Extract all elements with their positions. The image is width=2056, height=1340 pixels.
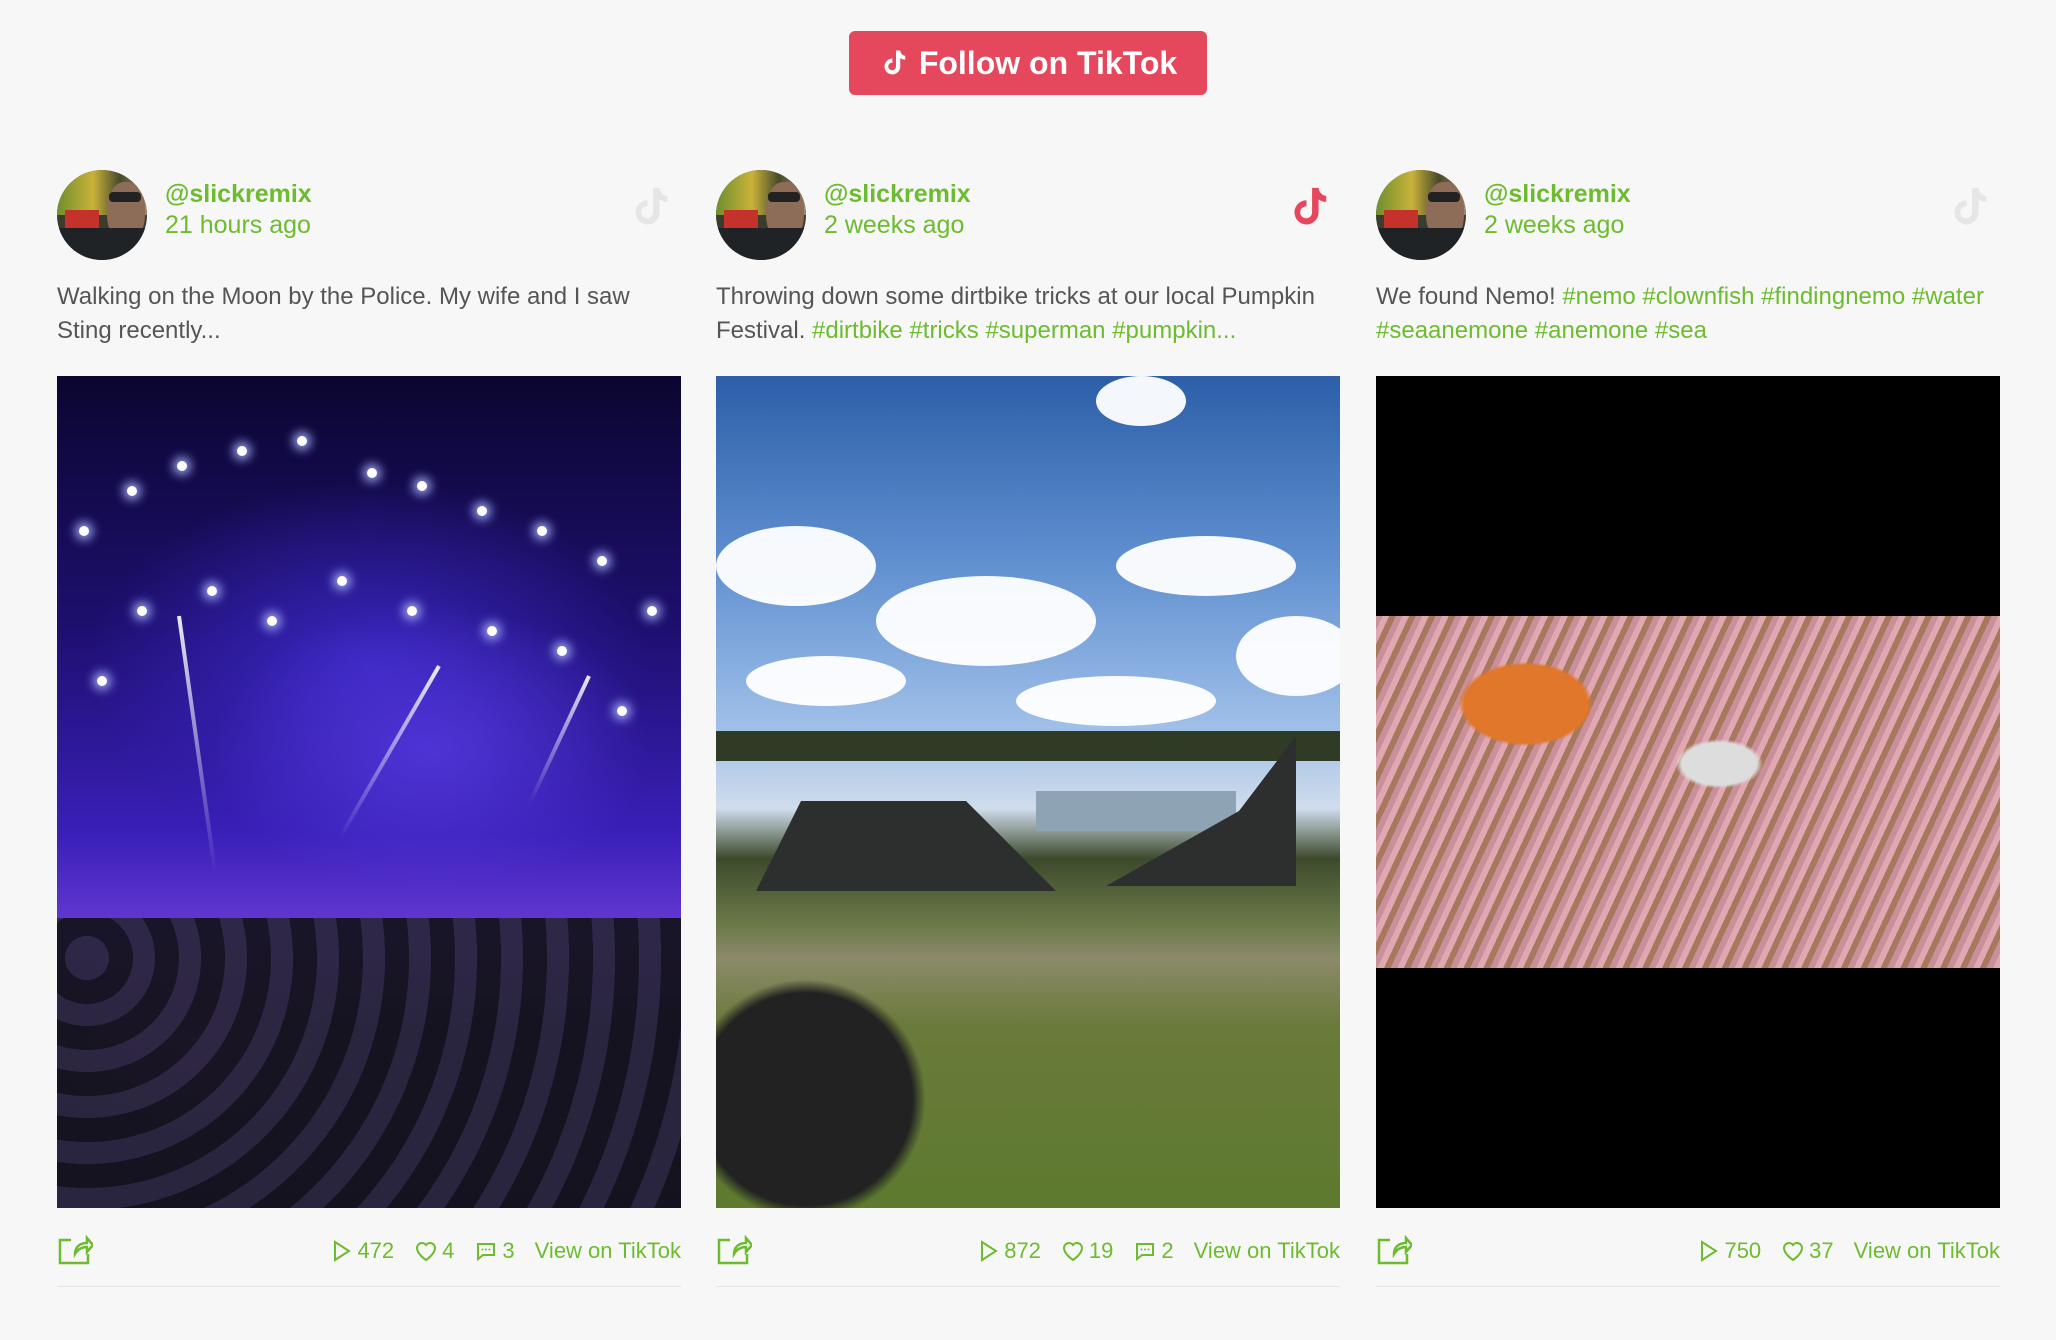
post-header: @slickremix 2 weeks ago: [1376, 168, 2000, 260]
likes-stat: 37: [1781, 1238, 1834, 1264]
heart-icon: [1062, 1242, 1083, 1262]
avatar[interactable]: [1376, 170, 1466, 260]
post-video-thumbnail[interactable]: [1376, 376, 2000, 1208]
hashtag-link[interactable]: #nemo: [1562, 283, 1635, 310]
hashtag-link[interactable]: #pumpkin...: [1112, 317, 1236, 344]
plays-stat: 872: [976, 1238, 1041, 1264]
tiktok-icon[interactable]: [1946, 182, 1992, 232]
post-stats: 872 19 2 View on TikTok: [976, 1238, 1340, 1264]
view-on-tiktok-link[interactable]: View on TikTok: [1194, 1238, 1340, 1264]
play-icon: [334, 1240, 352, 1262]
post-header: @slickremix 2 weeks ago: [716, 168, 1340, 260]
follow-button-label: Follow on TikTok: [918, 44, 1178, 81]
post-username[interactable]: @slickremix: [165, 180, 312, 209]
post-footer: 472 4 3 View on TikTok: [57, 1234, 681, 1287]
hashtag-link[interactable]: #sea: [1655, 317, 1707, 344]
comment-icon: [1136, 1243, 1155, 1262]
post-header: @slickremix 21 hours ago: [57, 168, 681, 260]
comments-stat: 3: [474, 1238, 515, 1264]
post-time: 2 weeks ago: [1484, 211, 1625, 239]
view-on-tiktok-link[interactable]: View on TikTok: [535, 1238, 681, 1264]
hashtag-link[interactable]: #tricks: [909, 317, 978, 344]
comments-stat: 2: [1133, 1238, 1174, 1264]
follow-bar: Follow on TikTok: [0, 31, 2056, 95]
share-icon[interactable]: [1376, 1234, 1412, 1266]
tiktok-icon[interactable]: [627, 182, 673, 232]
post-username[interactable]: @slickremix: [824, 180, 971, 209]
post-video-thumbnail[interactable]: [716, 376, 1340, 1208]
play-icon: [1701, 1240, 1719, 1262]
avatar[interactable]: [57, 170, 147, 260]
hashtag-link[interactable]: #findingnemo: [1761, 283, 1905, 310]
post-time: 21 hours ago: [165, 211, 311, 239]
post-time: 2 weeks ago: [824, 211, 965, 239]
hashtag-link[interactable]: #superman: [985, 317, 1105, 344]
heart-icon: [416, 1242, 437, 1262]
view-on-tiktok-link[interactable]: View on TikTok: [1854, 1238, 2000, 1264]
heart-icon: [1783, 1242, 1804, 1262]
post-username[interactable]: @slickremix: [1484, 180, 1631, 209]
plays-stat: 472: [329, 1238, 394, 1264]
post-video-thumbnail[interactable]: [57, 376, 681, 1208]
hashtag-link[interactable]: #water: [1912, 283, 1984, 310]
hashtag-link[interactable]: #clownfish: [1642, 283, 1754, 310]
post-card: @slickremix 2 weeks ago Throwing down so…: [716, 168, 1340, 1287]
tiktok-icon[interactable]: [1286, 182, 1332, 232]
post-card: @slickremix 21 hours ago Walking on the …: [57, 168, 681, 1287]
likes-stat: 19: [1061, 1238, 1113, 1264]
post-stats: 750 37 View on TikTok: [1696, 1238, 2000, 1264]
post-caption: We found Nemo! #nemo #clownfish #finding…: [1376, 283, 1984, 344]
post-footer: 872 19 2 View on TikTok: [716, 1234, 1340, 1287]
comment-icon: [477, 1243, 496, 1262]
post-card: @slickremix 2 weeks ago We found Nemo! #…: [1376, 168, 2000, 1287]
hashtag-link[interactable]: #seaanemone: [1376, 317, 1528, 344]
hashtag-link[interactable]: #dirtbike: [812, 317, 903, 344]
post-caption: Throwing down some dirtbike tricks at ou…: [716, 283, 1315, 344]
avatar[interactable]: [716, 170, 806, 260]
post-caption: Walking on the Moon by the Police. My wi…: [57, 283, 630, 344]
follow-on-tiktok-button[interactable]: Follow on TikTok: [848, 31, 1208, 95]
plays-stat: 750: [1696, 1238, 1761, 1264]
share-icon[interactable]: [57, 1234, 93, 1266]
post-footer: 750 37 View on TikTok: [1376, 1234, 2000, 1287]
share-icon[interactable]: [716, 1234, 752, 1266]
play-icon: [981, 1240, 999, 1262]
post-stats: 472 4 3 View on TikTok: [329, 1238, 681, 1264]
likes-stat: 4: [414, 1238, 454, 1264]
hashtag-link[interactable]: #anemone: [1535, 317, 1648, 344]
tiktok-icon: [884, 50, 906, 75]
